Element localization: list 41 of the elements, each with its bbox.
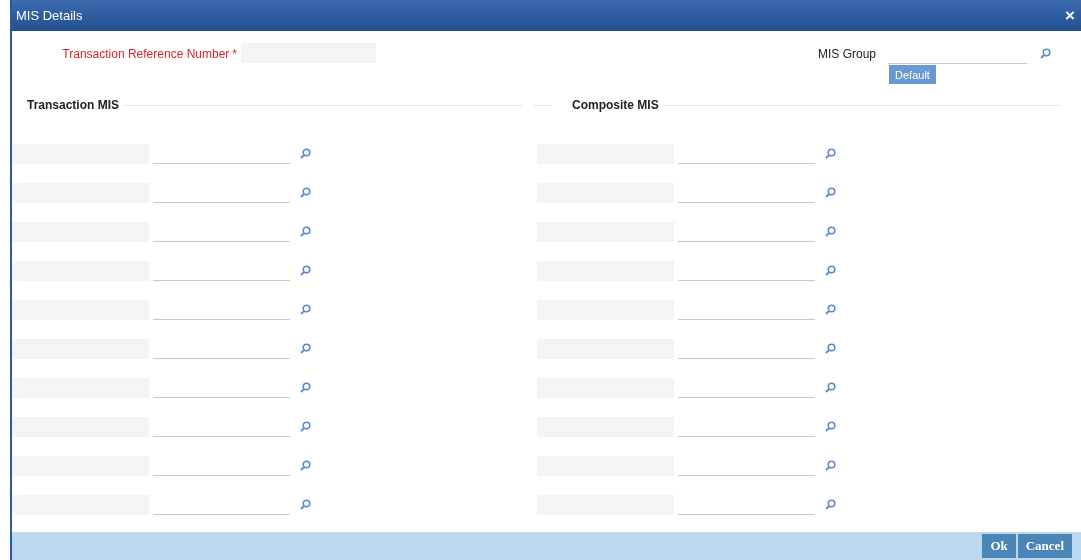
search-icon[interactable] bbox=[300, 382, 311, 393]
search-icon[interactable] bbox=[300, 226, 311, 237]
dialog-button[interactable]: Cancel bbox=[1017, 534, 1072, 558]
search-icon[interactable] bbox=[825, 421, 836, 432]
search-icon[interactable] bbox=[825, 226, 836, 237]
section-heading: Transaction MIS bbox=[27, 98, 120, 112]
search-icon[interactable] bbox=[300, 265, 311, 276]
search-icon[interactable] bbox=[825, 148, 836, 159]
close-button[interactable]: × bbox=[1065, 5, 1075, 26]
readonly-field[interactable] bbox=[12, 377, 149, 398]
search-icon[interactable] bbox=[300, 187, 311, 198]
search-icon[interactable] bbox=[825, 382, 836, 393]
search-icon[interactable] bbox=[825, 499, 836, 510]
default-button[interactable]: Default bbox=[889, 65, 936, 84]
search-icon[interactable] bbox=[300, 460, 311, 471]
readonly-field[interactable] bbox=[12, 143, 149, 164]
search-icon[interactable] bbox=[825, 460, 836, 471]
search-icon[interactable] bbox=[825, 304, 836, 315]
readonly-field[interactable] bbox=[12, 299, 149, 320]
dialog-button[interactable]: Ok bbox=[982, 534, 1016, 558]
search-icon[interactable] bbox=[300, 499, 311, 510]
search-icon[interactable] bbox=[300, 343, 311, 354]
readonly-field[interactable] bbox=[12, 260, 149, 281]
field-label: Transaction Reference Number bbox=[62, 47, 230, 61]
search-icon[interactable] bbox=[825, 265, 836, 276]
section-heading: Composite MIS bbox=[572, 98, 659, 112]
search-icon[interactable] bbox=[1040, 48, 1051, 59]
search-icon[interactable] bbox=[825, 343, 836, 354]
search-icon[interactable] bbox=[825, 187, 836, 198]
search-icon[interactable] bbox=[300, 148, 311, 159]
search-icon[interactable] bbox=[300, 304, 311, 315]
readonly-field[interactable] bbox=[12, 494, 149, 515]
required-mark: * bbox=[232, 47, 237, 61]
field-label: MIS Group bbox=[818, 46, 878, 61]
readonly-field[interactable] bbox=[12, 455, 149, 476]
readonly-field[interactable] bbox=[12, 182, 149, 203]
readonly-field[interactable] bbox=[12, 221, 149, 242]
search-icon[interactable] bbox=[300, 421, 311, 432]
window-title: MIS Details bbox=[16, 8, 83, 23]
readonly-field[interactable] bbox=[12, 416, 149, 437]
readonly-field[interactable] bbox=[12, 338, 149, 359]
